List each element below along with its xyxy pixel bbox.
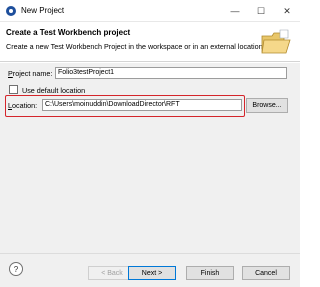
project-name-label: Project name: [8,69,53,78]
default-location-checkbox[interactable] [9,85,18,94]
finish-button[interactable]: Finish [186,266,234,280]
close-icon[interactable]: ✕ [274,0,300,22]
wizard-header: Create a Test Workbench project Create a… [0,22,300,62]
cancel-button[interactable]: Cancel [242,266,290,280]
maximize-icon[interactable]: ☐ [248,0,274,22]
eclipse-app-icon [6,5,16,16]
title-bar: New Project — ☐ ✕ [0,0,300,22]
wizard-body: Project name: Folio3testProject1 Use def… [0,63,300,253]
browse-button[interactable]: Browse... [246,98,288,113]
wizard-title: Create a Test Workbench project [6,28,131,37]
window-controls: — ☐ ✕ [222,0,300,22]
highlight-box [5,95,245,117]
default-location-label: Use default location [22,86,86,95]
project-name-input[interactable]: Folio3testProject1 [55,67,287,79]
wizard-description: Create a new Test Workbench Project in t… [6,42,265,51]
next-button[interactable]: Next > [128,266,176,280]
button-bar: ? < Back Next > Finish Cancel [0,253,300,287]
minimize-icon[interactable]: — [222,0,248,22]
help-button[interactable]: ? [9,262,23,276]
window-title: New Project [21,6,65,15]
folder-icon [261,29,291,54]
